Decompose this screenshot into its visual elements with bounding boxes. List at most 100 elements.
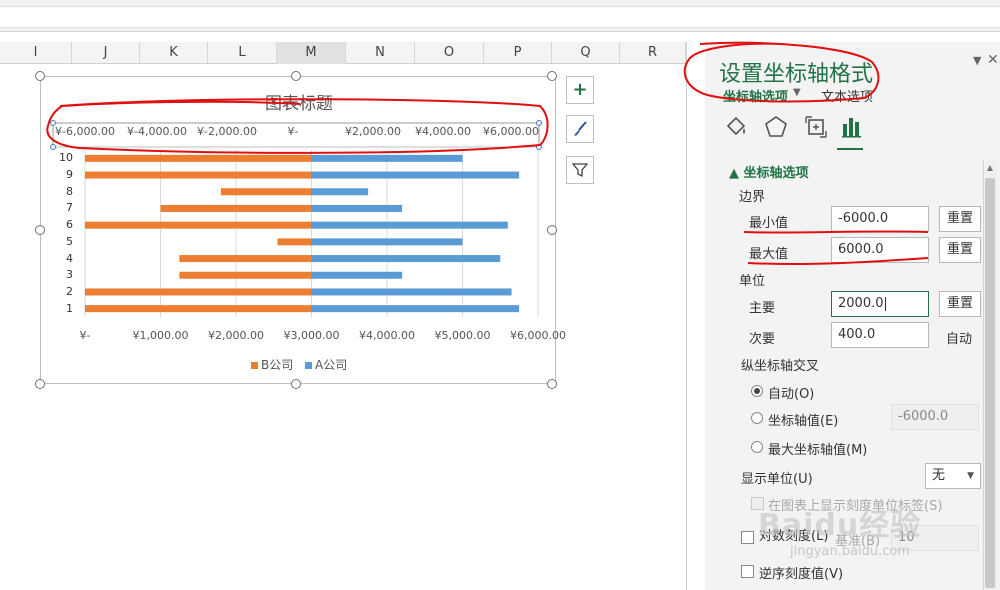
resize-handle-left[interactable] [35,225,45,235]
crosses-auto-radio[interactable] [751,385,763,397]
reverse-order-label[interactable]: 逆序刻度值(V) [759,563,843,582]
minor-unit-label: 次要 [749,332,776,347]
section-axis-options[interactable]: ▲ 坐标轴选项 [729,162,809,181]
resize-handle-bottom[interactable] [291,379,301,389]
bar-a-6[interactable] [311,221,508,229]
major-unit-input[interactable]: 2000.0 [831,291,929,317]
bar-b-9[interactable] [85,171,312,179]
column-header-n[interactable]: N [346,42,415,64]
legend-item-b[interactable]: B公司 [251,356,293,373]
brush-icon [574,121,587,136]
crosses-auto-label[interactable]: 自动(O) [768,383,814,402]
column-header-r[interactable]: R [620,42,686,64]
major-unit-reset-button[interactable]: 重置 [939,291,981,317]
scroll-up-icon[interactable]: ▲ [983,160,997,176]
axis-selection-handle[interactable] [536,144,542,150]
bar-a-5[interactable] [311,238,463,246]
crosses-max-radio[interactable] [751,441,763,453]
tab-axis-options[interactable]: 坐标轴选项 [723,86,788,105]
bottom-axis-tick-label: ¥- [79,329,91,342]
column-header-p[interactable]: P [484,42,552,64]
bar-b-6[interactable] [85,221,312,229]
pane-title: 设置坐标轴格式 [719,62,874,87]
chart-elements-button[interactable]: + [566,76,594,104]
bar-a-8[interactable] [311,188,369,196]
crosses-max-label[interactable]: 最大坐标轴值(M) [768,439,867,458]
section-label: 坐标轴选项 [743,166,809,181]
tab-text-options[interactable]: 文本选项 [821,86,873,105]
bar-a-1[interactable] [311,305,520,313]
column-header-l[interactable]: L [208,42,277,64]
bottom-axis-tick-label: ¥2,000.00 [208,329,264,342]
display-units-select[interactable]: 无 ▼ [925,463,981,489]
crosses-label: 纵坐标轴交叉 [741,359,820,374]
category-label: 5 [66,234,73,248]
bar-b-2[interactable] [85,288,312,296]
min-reset-button[interactable]: 重置 [939,206,981,232]
bar-b-1[interactable] [85,305,312,313]
column-headers: IJKLMNOPQR [0,42,686,64]
pane-options-chevron-icon[interactable]: ▼ [973,54,981,67]
effects-icon[interactable] [763,114,789,140]
bottom-axis-tick-label: ¥5,000.00 [434,329,491,342]
top-axis-tick-label: ¥-6,000.00 [55,125,115,138]
reverse-order-checkbox[interactable] [741,565,754,578]
resize-handle-bottom-right[interactable] [547,379,557,389]
chart-styles-button[interactable] [566,115,594,143]
log-scale-checkbox[interactable] [741,531,754,544]
resize-handle-top-right[interactable] [547,71,557,81]
column-header-i[interactable]: I [0,42,72,64]
max-reset-button[interactable]: 重置 [939,237,981,263]
category-label: 2 [66,284,73,298]
bar-a-9[interactable] [311,171,520,179]
fill-line-icon[interactable] [723,114,749,140]
chart-filters-button[interactable] [566,156,594,184]
bar-a-7[interactable] [311,204,403,212]
min-value-input[interactable]: -6000.0 [831,206,929,232]
top-axis-tick-label: ¥-2,000.00 [197,125,257,138]
legend-item-a[interactable]: A公司 [305,356,347,373]
crosses-axis-value-input[interactable]: -6000.0 [891,404,979,430]
column-header-m[interactable]: M [277,42,346,64]
chevron-down-icon[interactable]: ▼ [793,87,801,98]
minor-unit-input[interactable]: 400.0 [831,322,929,348]
category-label: 10 [59,151,73,165]
bar-a-4[interactable] [311,255,501,263]
bar-b-4[interactable] [179,255,312,263]
legend-swatch-a [305,362,312,369]
resize-handle-bottom-left[interactable] [35,379,45,389]
bar-b-7[interactable] [160,204,312,212]
crosses-axis-value-radio[interactable] [751,412,763,424]
column-header-k[interactable]: K [140,42,208,64]
legend-swatch-b [251,362,258,369]
category-label: 9 [66,168,73,182]
legend-label-b: B公司 [261,358,294,372]
resize-handle-right[interactable] [547,225,557,235]
bar-a-2[interactable] [311,288,512,296]
bar-b-3[interactable] [179,271,312,279]
resize-handle-top[interactable] [291,71,301,81]
bar-b-5[interactable] [277,238,312,246]
chart[interactable]: 图表标题 ¥-6,000.00 ¥-4,000.00 ¥-2,000.00 ¥- ¥2,… [40,76,566,384]
bar-b-10[interactable] [85,154,312,162]
column-header-j[interactable]: J [72,42,140,64]
size-properties-icon[interactable] [803,114,829,140]
axis-selection-handle[interactable] [50,144,56,150]
legend-label-a: A公司 [315,358,348,372]
formula-input[interactable] [0,6,1000,28]
bar-a-10[interactable] [311,154,463,162]
resize-handle-top-left[interactable] [35,71,45,81]
scrollbar-thumb[interactable] [985,178,995,588]
bar-b-8[interactable] [220,188,312,196]
column-header-o[interactable]: O [415,42,484,64]
top-axis-tick-label: ¥4,000.00 [415,125,471,138]
axis-options-chart-icon[interactable] [839,114,865,140]
major-unit-value: 2000.0 [838,296,884,311]
top-axis-tick-label: ¥6,000.00 [483,125,539,138]
close-icon[interactable]: ✕ [987,52,999,68]
crosses-axis-value-label[interactable]: 坐标轴值(E) [768,410,838,429]
bar-a-3[interactable] [311,271,403,279]
max-value-input[interactable]: 6000.0 [831,237,929,263]
major-unit-label: 主要 [749,301,776,316]
column-header-q[interactable]: Q [552,42,620,64]
